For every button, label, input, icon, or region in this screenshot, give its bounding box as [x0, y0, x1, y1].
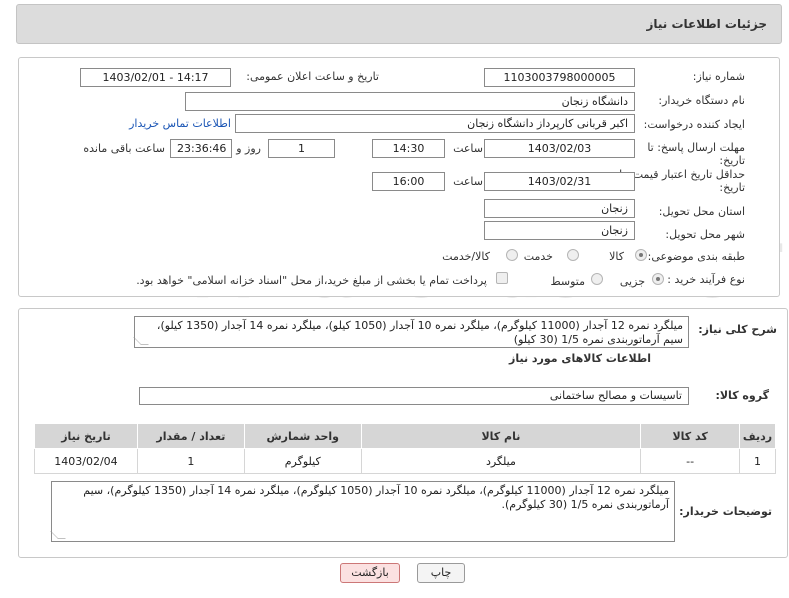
table-header-row: ردیف کد کالا نام کالا واحد شمارش تعداد /… [34, 423, 776, 449]
back-button[interactable]: بازگشت [340, 563, 400, 583]
goods-table: ردیف کد کالا نام کالا واحد شمارش تعداد /… [34, 423, 776, 474]
buyer-desc-text: میلگرد نمره 12 آجدار (11000 کیلوگرم)، می… [83, 484, 669, 511]
cell-code: -- [640, 448, 741, 474]
remaining-field: 23:36:46 [170, 139, 232, 158]
validity-label-2: تاریخ: [719, 181, 745, 194]
validity-time-label: ساعت [453, 175, 483, 188]
category-radio-goods-service[interactable] [506, 249, 518, 261]
reply-deadline-label-2: تاریخ: [719, 154, 745, 167]
need-number-label: شماره نیاز: [692, 70, 745, 83]
reply-date-field: 1403/02/03 [484, 139, 635, 158]
page-title: جزئیات اطلاعات نیاز [646, 17, 767, 31]
buyer-org-field: دانشگاه زنجان [185, 92, 635, 111]
province-field: زنجان [484, 199, 635, 218]
process-radio-medium[interactable] [591, 273, 603, 285]
buyer-desc-textarea[interactable]: میلگرد نمره 12 آجدار (11000 کیلوگرم)، می… [50, 481, 675, 542]
resize-grip-icon [50, 531, 66, 539]
announce-field: 1403/02/01 - 14:17 [80, 68, 231, 87]
validity-label: حداقل تاریخ اعتبار قیمت: تا [619, 168, 745, 181]
goods-group-field: تاسیسات و مصالح ساختمانی [139, 387, 689, 405]
buyer-org-label: نام دستگاه خریدار: [658, 94, 745, 107]
validity-date-field: 1403/02/31 [484, 172, 635, 191]
summary-text: میلگرد نمره 12 آجدار (11000 کیلوگرم)، می… [156, 319, 683, 346]
table-row: 1 -- میلگرد کیلوگرم 1 1403/02/04 [34, 448, 776, 474]
cell-qty: 1 [136, 448, 245, 474]
reply-time-label: ساعت [453, 142, 483, 155]
process-radio-minor[interactable] [652, 273, 664, 285]
payment-note: پرداخت تمام یا بخشی از مبلغ خرید،از محل … [136, 274, 487, 287]
panel-header: جزئیات اطلاعات نیاز [16, 4, 782, 44]
validity-time-field: 16:00 [372, 172, 445, 191]
days-label: روز و [236, 142, 261, 155]
cell-name: میلگرد [360, 448, 642, 474]
col-header-qty: تعداد / مقدار [136, 423, 245, 449]
requester-label: ایجاد کننده درخواست: [643, 118, 745, 131]
print-button[interactable]: چاپ [417, 563, 465, 583]
summary-label: شرح کلی نیاز: [698, 323, 777, 336]
province-label: استان محل تحویل: [658, 205, 745, 218]
col-header-row-no: ردیف [739, 423, 776, 449]
reply-deadline-label: مهلت ارسال پاسخ: تا [647, 141, 745, 154]
process-label: نوع فرآیند خرید : [667, 273, 745, 286]
requester-field: اکبر قربانی کارپرداز دانشگاه زنجان [235, 114, 635, 133]
col-header-name: نام کالا [360, 423, 642, 449]
announce-label: تاریخ و ساعت اعلان عمومی: [246, 70, 379, 83]
col-header-code: کد کالا [640, 423, 741, 449]
city-field: زنجان [484, 221, 635, 240]
treasury-checkbox[interactable] [496, 272, 508, 284]
category-option-goods-service: کالا/خدمت [442, 250, 490, 263]
summary-textarea[interactable]: میلگرد نمره 12 آجدار (11000 کیلوگرم)، می… [133, 316, 689, 348]
resize-grip-icon [133, 337, 149, 345]
city-label: شهر محل تحویل: [665, 228, 745, 241]
col-header-unit: واحد شمارش [243, 423, 362, 449]
category-radio-service[interactable] [567, 249, 579, 261]
process-option-minor: جزیی [619, 275, 645, 288]
category-option-service: خدمت [523, 250, 553, 263]
days-field: 1 [268, 139, 335, 158]
need-number-field: 1103003798000005 [484, 68, 635, 87]
category-radio-goods[interactable] [635, 249, 647, 261]
buyer-desc-label: توضیحات خریدار: [679, 505, 772, 518]
buyer-contact-link[interactable]: اطلاعات تماس خریدار [129, 117, 231, 130]
goods-info-title: اطلاعات کالاهای مورد نیاز [509, 352, 651, 365]
category-label: طبقه بندی موضوعی: [647, 250, 745, 263]
process-option-medium: متوسط [550, 275, 585, 288]
cell-row-no: 1 [739, 448, 776, 474]
reply-time-field: 14:30 [372, 139, 445, 158]
cell-date: 1403/02/04 [34, 448, 138, 474]
col-header-date: تاریخ نیاز [34, 423, 138, 449]
goods-group-label: گروه کالا: [715, 389, 769, 402]
category-option-goods: کالا [609, 250, 624, 263]
remaining-label: ساعت باقی مانده [83, 142, 165, 155]
cell-unit: کیلوگرم [243, 448, 362, 474]
